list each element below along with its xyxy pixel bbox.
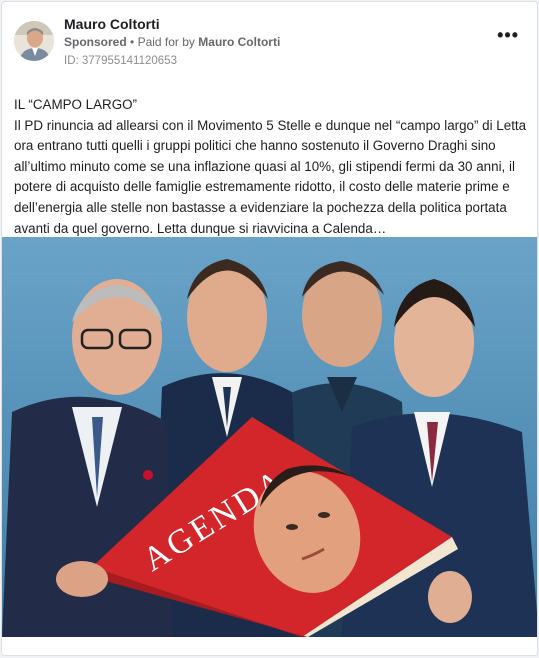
post-text: IL “CAMPO LARGO” Il PD rinuncia ad allea… [14,95,529,239]
politicians-agenda-illustration: AGENDA [2,237,537,637]
paid-for-name[interactable]: Mauro Coltorti [198,35,280,49]
sponsor-line: Sponsored • Paid for by Mauro Coltorti [64,35,280,49]
avatar[interactable] [14,21,54,61]
post-body: Il PD rinuncia ad allearsi con il Movime… [14,117,527,236]
paid-for-prefix: Paid for by [137,35,195,49]
ad-card: Mauro Coltorti Sponsored • Paid for by M… [1,1,538,656]
separator-dot: • [130,35,135,49]
page-name[interactable]: Mauro Coltorti [64,16,160,32]
more-horizontal-icon[interactable]: ••• [497,26,519,44]
post-image[interactable]: AGENDA [2,237,537,637]
post-headline: IL “CAMPO LARGO” [14,97,138,112]
sponsored-label: Sponsored [64,35,127,49]
avatar-image [14,21,54,61]
ad-id: ID: 377955141120653 [64,55,177,67]
